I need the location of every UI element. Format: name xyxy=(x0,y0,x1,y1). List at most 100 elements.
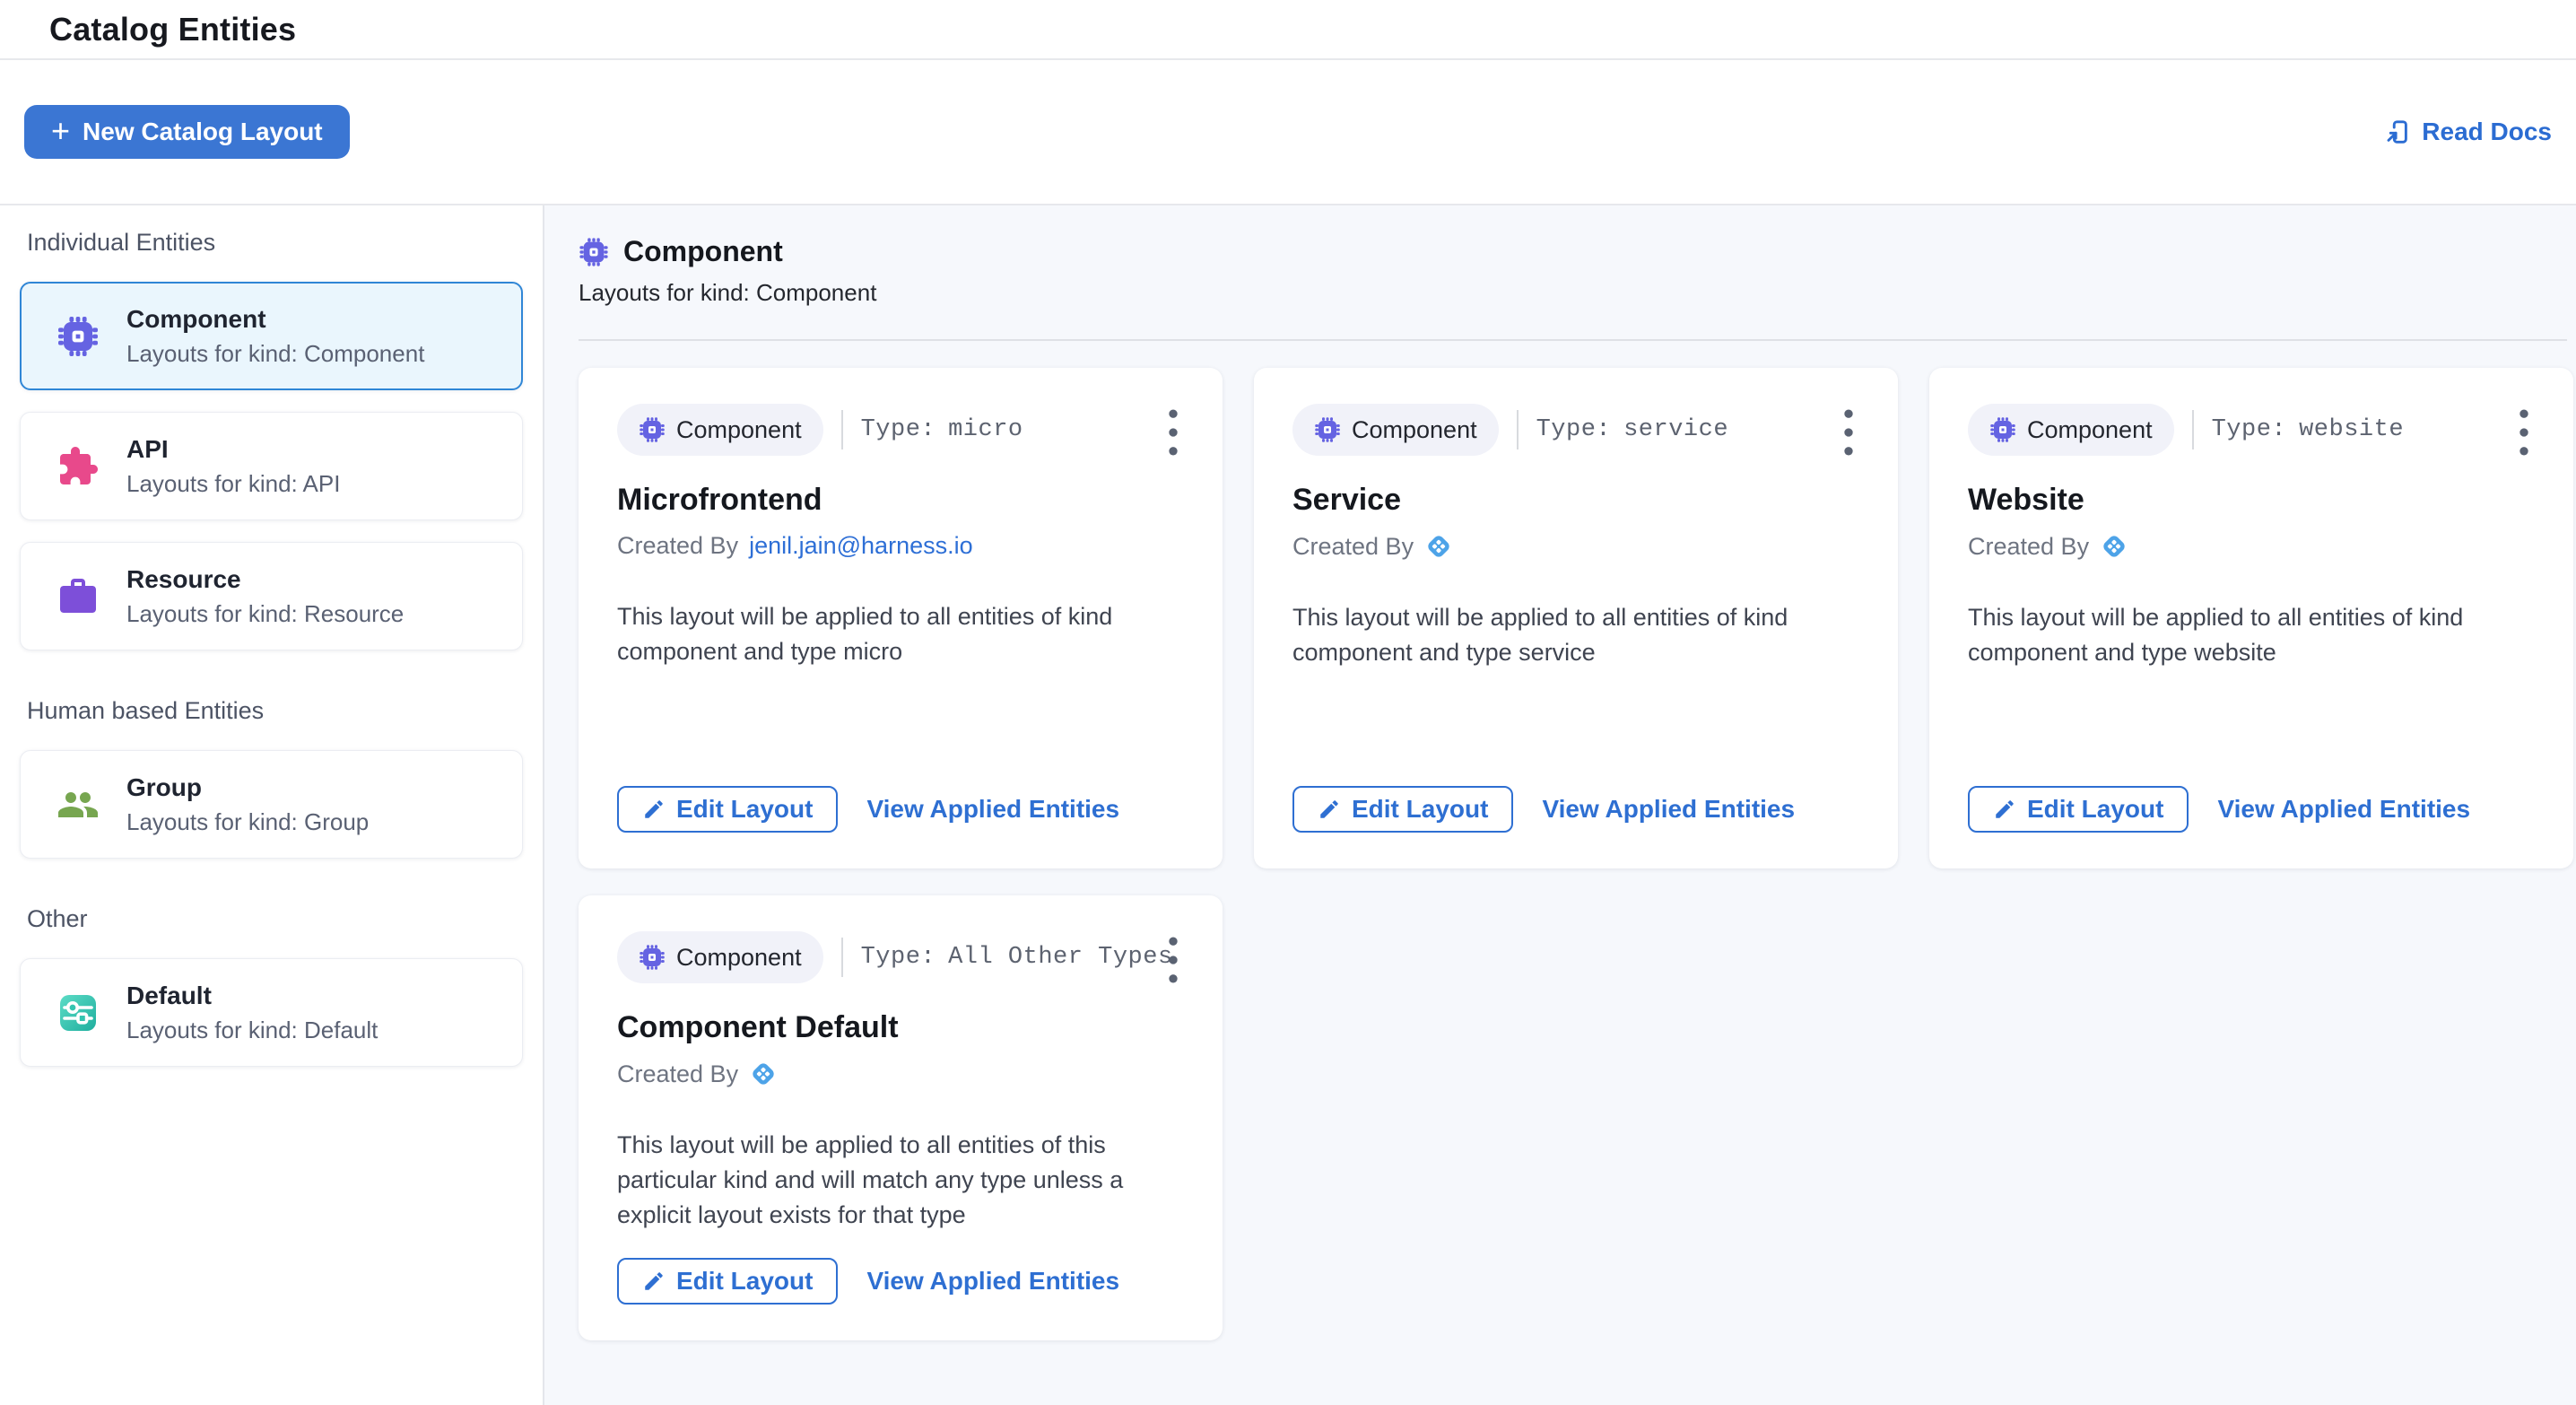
kind-badge-label: Component xyxy=(1352,416,1477,444)
sidebar-item-description: Layouts for kind: API xyxy=(126,470,340,498)
chip-icon xyxy=(1989,416,2016,443)
divider xyxy=(841,410,843,449)
kind-badge-label: Component xyxy=(676,944,802,972)
view-applied-entities-link[interactable]: View Applied Entities xyxy=(866,1267,1119,1296)
created-by-label: Created By xyxy=(1292,533,1414,561)
created-by-row: Created By xyxy=(1968,532,2533,561)
sidebar-item-description: Layouts for kind: Default xyxy=(126,1017,378,1044)
card-top: Component Type:service xyxy=(1292,404,1858,456)
kebab-icon xyxy=(1162,933,1185,987)
created-by-label: Created By xyxy=(617,1060,738,1088)
main-header: Component xyxy=(579,235,2569,268)
sidebar-item-description: Layouts for kind: Resource xyxy=(126,600,404,628)
layout-card-website: Component Type:website Website Created B… xyxy=(1929,368,2573,868)
card-top: Component Type:website xyxy=(1968,404,2533,456)
created-by-row: Created By xyxy=(1292,532,1858,561)
type-text: Type:service xyxy=(1536,416,1728,443)
card-actions: Edit Layout View Applied Entities xyxy=(1292,786,1858,833)
edit-layout-button[interactable]: Edit Layout xyxy=(1968,786,2189,833)
type-text: Type:All Other Types xyxy=(861,944,1173,971)
created-by-link[interactable]: jenil.jain@harness.io xyxy=(749,532,973,560)
page-title: Catalog Entities xyxy=(49,11,296,48)
kind-badge: Component xyxy=(617,404,823,456)
sidebar-item-name: Component xyxy=(126,305,424,334)
edit-layout-button[interactable]: Edit Layout xyxy=(617,786,838,833)
card-top: Component Type:All Other Types xyxy=(617,931,1182,983)
kind-badge-label: Component xyxy=(676,416,802,444)
sidebar-item-description: Layouts for kind: Component xyxy=(126,340,424,368)
content: Individual Entities Component Layout xyxy=(0,205,2576,1405)
header-divider xyxy=(579,339,2567,341)
chip-icon xyxy=(639,944,666,971)
sidebar-item-name: Resource xyxy=(126,565,404,594)
card-description: This layout will be applied to all entit… xyxy=(617,1128,1182,1233)
chip-icon xyxy=(1314,416,1341,443)
bag-icon xyxy=(57,575,100,618)
chip-icon xyxy=(57,315,100,358)
divider xyxy=(2192,410,2194,449)
harness-logo-icon xyxy=(1424,532,1453,561)
layout-card-service: Component Type:service Service Created B… xyxy=(1254,368,1898,868)
main-title: Component xyxy=(623,235,783,268)
doc-arrow-icon xyxy=(2384,118,2411,145)
pencil-icon xyxy=(1993,798,2016,821)
card-title: Service xyxy=(1292,483,1858,518)
view-applied-entities-link[interactable]: View Applied Entities xyxy=(866,795,1119,824)
created-by-label: Created By xyxy=(1968,533,2089,561)
new-catalog-layout-button[interactable]: + New Catalog Layout xyxy=(24,105,350,159)
sidebar-item-name: Default xyxy=(126,982,378,1010)
card-menu-button[interactable] xyxy=(1156,400,1190,467)
kind-badge: Component xyxy=(1968,404,2174,456)
sidebar-item-description: Layouts for kind: Group xyxy=(126,808,369,836)
card-menu-button[interactable] xyxy=(1832,400,1866,467)
toolbar: + New Catalog Layout Read Docs xyxy=(0,60,2576,205)
kebab-icon xyxy=(1837,406,1860,459)
sidebar-item-default[interactable]: Default Layouts for kind: Default xyxy=(20,958,523,1067)
layout-card-microfrontend: Component Type:micro Microfrontend Creat… xyxy=(579,368,1223,868)
pencil-icon xyxy=(1318,798,1341,821)
card-description: This layout will be applied to all entit… xyxy=(617,599,1182,669)
created-by-row: Created By xyxy=(617,1060,1182,1088)
main-panel: Component Layouts for kind: Component Co… xyxy=(544,205,2576,1405)
edit-layout-button[interactable]: Edit Layout xyxy=(1292,786,1513,833)
sidebar-item-name: Group xyxy=(126,773,369,802)
card-description: This layout will be applied to all entit… xyxy=(1292,600,1858,670)
people-icon xyxy=(57,783,100,826)
kebab-icon xyxy=(2512,406,2536,459)
edit-layout-button[interactable]: Edit Layout xyxy=(617,1258,838,1305)
divider xyxy=(841,938,843,977)
sidebar-item-api[interactable]: API Layouts for kind: API xyxy=(20,412,523,520)
sidebar: Individual Entities Component Layout xyxy=(0,205,544,1405)
section-label-individual-entities: Individual Entities xyxy=(27,229,516,257)
card-actions: Edit Layout View Applied Entities xyxy=(1968,786,2533,833)
card-title: Microfrontend xyxy=(617,483,1182,518)
card-menu-button[interactable] xyxy=(2507,400,2541,467)
puzzle-icon xyxy=(57,445,100,488)
sidebar-item-component[interactable]: Component Layouts for kind: Component xyxy=(20,282,523,390)
card-title: Component Default xyxy=(617,1010,1182,1045)
created-by-row: Created By jenil.jain@harness.io xyxy=(617,532,1182,560)
kebab-icon xyxy=(1162,406,1185,459)
harness-logo-icon xyxy=(2100,532,2128,561)
read-docs-label: Read Docs xyxy=(2422,118,2552,146)
kind-badge-label: Component xyxy=(2027,416,2153,444)
catalog-entities-page: Catalog Entities + New Catalog Layout Re… xyxy=(0,0,2576,1405)
read-docs-link[interactable]: Read Docs xyxy=(2384,118,2552,146)
layout-card-component-default: Component Type:All Other Types Component… xyxy=(579,895,1223,1340)
sidebar-item-resource[interactable]: Resource Layouts for kind: Resource xyxy=(20,542,523,650)
card-title: Website xyxy=(1968,483,2533,518)
harness-logo-icon xyxy=(749,1060,778,1088)
chip-icon xyxy=(579,237,609,267)
view-applied-entities-link[interactable]: View Applied Entities xyxy=(2217,795,2470,824)
main-subtitle: Layouts for kind: Component xyxy=(579,279,2569,307)
card-actions: Edit Layout View Applied Entities xyxy=(617,786,1182,833)
card-menu-button[interactable] xyxy=(1156,928,1190,995)
layout-cards-grid: Component Type:micro Microfrontend Creat… xyxy=(579,368,2569,1340)
view-applied-entities-link[interactable]: View Applied Entities xyxy=(1542,795,1795,824)
kind-badge: Component xyxy=(617,931,823,983)
sidebar-item-group[interactable]: Group Layouts for kind: Group xyxy=(20,750,523,859)
type-text: Type:website xyxy=(2212,416,2404,443)
sliders-icon xyxy=(57,991,100,1034)
divider xyxy=(1517,410,1519,449)
section-label-human-based-entities: Human based Entities xyxy=(27,697,516,725)
